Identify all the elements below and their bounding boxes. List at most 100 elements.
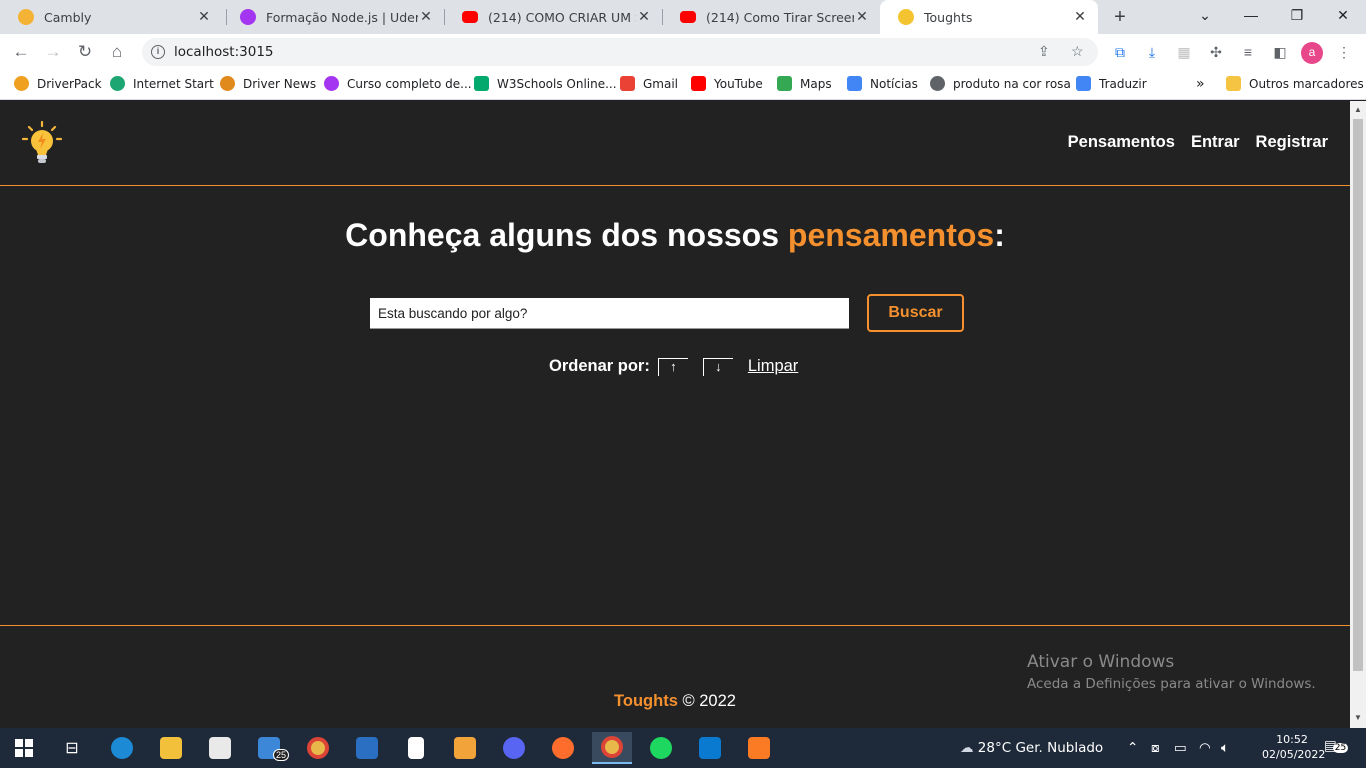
volume-icon[interactable]: 🔈︎ <box>1221 740 1229 756</box>
media-queue-icon[interactable]: ≡ <box>1238 42 1258 62</box>
bookmark-noticias[interactable]: Notícias <box>847 76 918 91</box>
lightbulb-logo-icon[interactable] <box>21 121 63 165</box>
close-icon[interactable]: ✕ <box>636 9 652 25</box>
new-tab-button[interactable]: + <box>1110 6 1130 29</box>
gmail-icon <box>620 76 635 91</box>
scroll-down-arrow-icon[interactable]: ▼ <box>1354 713 1362 722</box>
tab-toughts[interactable]: Toughts ✕ <box>880 0 1098 34</box>
profile-avatar[interactable]: a <box>1301 42 1323 64</box>
discord-icon[interactable] <box>494 732 534 764</box>
search-input[interactable] <box>370 298 849 329</box>
page-scrollbar[interactable]: ▲ ▼ <box>1350 101 1366 728</box>
xampp-icon[interactable] <box>739 732 779 764</box>
bookmark-label: produto na cor rosa <box>953 76 1071 91</box>
bookmark-driver-news[interactable]: Driver News <box>220 76 316 91</box>
notifications-icon[interactable]: ▤25 <box>1324 738 1349 754</box>
bookmark-star-icon[interactable]: ☆ <box>1071 43 1084 60</box>
bookmark-youtube[interactable]: YouTube <box>691 76 763 91</box>
puzzle-extensions-icon[interactable]: ✣ <box>1206 42 1226 62</box>
forward-arrow-icon[interactable]: → <box>41 40 65 64</box>
bookmark-driverpack[interactable]: DriverPack <box>14 76 102 91</box>
tab-title: Cambly <box>44 9 92 25</box>
clear-link[interactable]: Limpar <box>748 357 798 376</box>
watermark-title: Ativar o Windows <box>1027 652 1175 672</box>
scroll-up-arrow-icon[interactable]: ▲ <box>1354 105 1362 114</box>
close-icon[interactable]: ✕ <box>854 9 870 25</box>
close-icon[interactable]: ✕ <box>196 9 212 25</box>
news-app-icon[interactable] <box>347 732 387 764</box>
store-icon[interactable] <box>200 732 240 764</box>
page-content: Pensamentos Entrar Registrar Conheça alg… <box>0 101 1350 728</box>
bookmark-internet-start[interactable]: Internet Start <box>110 76 214 91</box>
home-icon[interactable]: ⌂ <box>105 40 129 64</box>
cambly-icon <box>18 9 34 25</box>
battery-icon[interactable]: ▭ <box>1174 740 1187 756</box>
video-player-icon[interactable] <box>445 732 485 764</box>
extension-icon[interactable]: ▦ <box>1174 42 1194 62</box>
tab-title: (214) Como Tirar ScreenShot <box>706 9 854 25</box>
minimize-button[interactable]: — <box>1228 0 1274 30</box>
scrollbar-thumb[interactable] <box>1353 119 1363 671</box>
windows-start-icon[interactable] <box>4 732 44 764</box>
bookmark-maps[interactable]: Maps <box>777 76 832 91</box>
bookmark-label: Outros marcadores <box>1249 76 1364 91</box>
download-icon[interactable]: ⤓ <box>1142 42 1162 62</box>
meet-now-icon[interactable]: ⧇ <box>1151 740 1160 756</box>
page-heading: Conheça alguns dos nossos pensamentos: <box>0 217 1350 254</box>
nav-pensamentos-link[interactable]: Pensamentos <box>1068 133 1175 152</box>
news-icon <box>847 76 862 91</box>
tab-udemy[interactable]: Formação Node.js | Udemy ✕ <box>222 0 444 34</box>
edge-icon[interactable] <box>102 732 142 764</box>
clock-date: 02/05/2022 <box>1262 748 1326 761</box>
sort-descending-button[interactable]: ↓ <box>702 357 733 376</box>
mail-icon[interactable]: 25 <box>249 732 290 764</box>
notepad-icon[interactable] <box>396 732 436 764</box>
site-info-icon[interactable]: i <box>151 45 165 59</box>
chrome-active-icon[interactable] <box>592 732 632 764</box>
bookmark-label: Driver News <box>243 76 317 91</box>
nav-registrar-link[interactable]: Registrar <box>1256 133 1328 152</box>
window-close-button[interactable]: ✕ <box>1320 0 1366 30</box>
weather-widget[interactable]: ☁ 28°C Ger. Nublado <box>960 740 1103 756</box>
browser-toolbar: ← → ↻ ⌂ i localhost:3015 ⇪ ☆ ⧉ ⤓ ▦ ✣ ≡ ◧… <box>0 34 1366 70</box>
nav-entrar-link[interactable]: Entrar <box>1191 133 1240 152</box>
share-icon[interactable]: ⇪ <box>1038 43 1050 60</box>
search-button[interactable]: Buscar <box>867 294 964 332</box>
close-icon[interactable]: ✕ <box>418 9 434 25</box>
tab-cambly[interactable]: Cambly ✕ <box>0 0 222 34</box>
task-view-icon[interactable]: ⊟ <box>52 732 92 764</box>
wifi-icon[interactable]: ◠ <box>1199 740 1211 756</box>
restore-button[interactable]: ❐ <box>1274 0 1320 30</box>
more-bookmarks-chevron-icon[interactable]: » <box>1196 76 1205 92</box>
bookmark-traduzir[interactable]: Traduzir <box>1076 76 1147 91</box>
back-arrow-icon[interactable]: ← <box>9 40 33 64</box>
vscode-icon[interactable] <box>690 732 730 764</box>
bookmark-w3schools[interactable]: W3Schools Online... <box>474 76 617 91</box>
tab-youtube-1[interactable]: (214) COMO CRIAR UM SUPE ✕ <box>444 0 662 34</box>
menu-kebab-icon[interactable]: ⋮ <box>1334 42 1354 62</box>
chrome-icon[interactable] <box>298 732 338 764</box>
sort-ascending-button[interactable]: ↑ <box>657 357 688 376</box>
heading-suffix: : <box>994 217 1005 253</box>
spotify-icon[interactable] <box>641 732 681 764</box>
bookmark-produto-rosa[interactable]: produto na cor rosa <box>930 76 1071 91</box>
bookmark-curso-completo[interactable]: Curso completo de... <box>324 76 472 91</box>
file-explorer-icon[interactable] <box>151 732 191 764</box>
tray-chevron-icon[interactable]: ⌃ <box>1127 740 1138 756</box>
bookmark-outros-marcadores[interactable]: Outros marcadores <box>1226 76 1364 91</box>
address-bar[interactable]: i localhost:3015 ⇪ ☆ <box>142 38 1098 66</box>
tab-youtube-2[interactable]: (214) Como Tirar ScreenShot ✕ <box>662 0 880 34</box>
tab-search-chevron-icon[interactable]: ⌄ <box>1182 0 1228 30</box>
close-icon[interactable]: ✕ <box>1072 9 1088 25</box>
side-panel-icon[interactable]: ◧ <box>1270 42 1290 62</box>
url-text[interactable]: localhost:3015 <box>174 44 274 60</box>
translate-extension-icon[interactable]: ⧉ <box>1110 42 1130 62</box>
reload-icon[interactable]: ↻ <box>73 40 97 64</box>
nav-links: Pensamentos Entrar Registrar <box>1068 133 1328 152</box>
bookmark-label: W3Schools Online... <box>497 76 617 91</box>
youtube-icon <box>462 11 478 23</box>
system-clock[interactable]: 10:52 02/05/2022 <box>1262 732 1326 762</box>
udemy-icon <box>324 76 339 91</box>
firefox-icon[interactable] <box>543 732 583 764</box>
bookmark-gmail[interactable]: Gmail <box>620 76 678 91</box>
